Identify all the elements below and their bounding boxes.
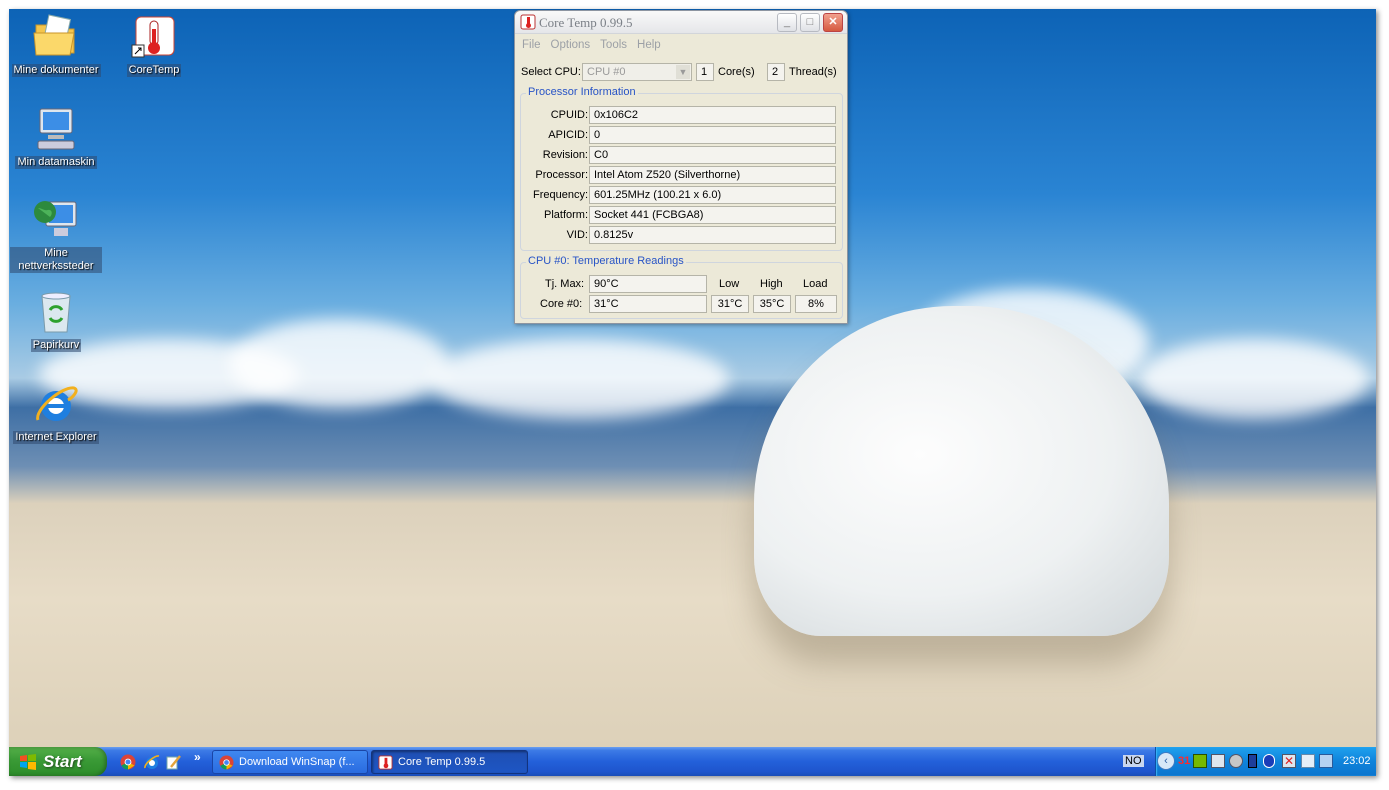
- close-button[interactable]: ✕: [823, 13, 843, 32]
- info-label: Frequency:: [532, 189, 588, 201]
- volume-icon[interactable]: [1229, 754, 1243, 768]
- desktop-icon-label: Papirkurv: [30, 339, 82, 352]
- desktop-icon-label: Mine dokumenter: [11, 64, 101, 77]
- desktop-icon-network-places[interactable]: Mine nettverkssteder: [10, 196, 102, 273]
- title-bar[interactable]: Core Temp 0.99.5 _ □ ✕: [515, 11, 847, 34]
- core-load-value: 8%: [795, 295, 837, 313]
- taskbar-button-download-winsnap[interactable]: Download WinSnap (f...: [212, 750, 368, 774]
- bluetooth-icon[interactable]: [1263, 754, 1275, 768]
- desktop-icon-label: Mine nettverkssteder: [10, 247, 102, 273]
- my-computer-icon: [32, 105, 80, 153]
- desktop-icon-label: Min datamaskin: [15, 156, 97, 169]
- tjmax-label: Tj. Max:: [545, 278, 585, 290]
- clock[interactable]: 23:02: [1343, 755, 1371, 767]
- network-places-icon: [32, 196, 80, 244]
- internet-explorer-icon[interactable]: [144, 754, 160, 770]
- menu-options[interactable]: Options: [546, 39, 596, 51]
- taskbar-button-core-temp[interactable]: Core Temp 0.99.5: [371, 750, 528, 774]
- thermometer-shortcut-icon: [130, 13, 178, 61]
- display-icon[interactable]: [1319, 754, 1333, 768]
- menu-bar: File Options Tools Help: [515, 34, 847, 54]
- core-low-value: 31°C: [711, 295, 749, 313]
- windows-logo-icon: [19, 754, 37, 770]
- info-value: C0: [589, 146, 836, 164]
- low-header: Low: [719, 278, 740, 290]
- system-tray: ‹ 31 ✕ 23:02: [1155, 747, 1376, 776]
- tjmax-value: 90°C: [589, 275, 707, 293]
- info-value: 0: [589, 126, 836, 144]
- internet-explorer-icon: [32, 380, 80, 428]
- tray-number[interactable]: 31: [1178, 755, 1190, 767]
- chrome-icon[interactable]: [120, 754, 136, 770]
- taskbar: Start » Download WinSnap (f... Core Temp…: [9, 747, 1376, 776]
- info-value: 0x106C2: [589, 106, 836, 124]
- show-hidden-icons-button[interactable]: ‹: [1157, 752, 1175, 770]
- info-label: Platform:: [543, 209, 588, 221]
- recycle-bin-icon: [32, 288, 80, 336]
- threads-label: Thread(s): [789, 66, 837, 78]
- high-header: High: [760, 278, 783, 290]
- window-title: Core Temp 0.99.5: [539, 15, 633, 30]
- quicklaunch-chevron[interactable]: »: [194, 750, 201, 764]
- start-button[interactable]: Start: [9, 747, 107, 776]
- load-header: Load: [803, 278, 828, 290]
- folder-documents-icon: [32, 13, 80, 61]
- info-label: Revision:: [542, 149, 588, 161]
- info-value: Intel Atom Z520 (Silverthorne): [589, 166, 836, 184]
- chrome-icon: [219, 755, 234, 770]
- desktop-icon-internet-explorer[interactable]: Internet Explorer: [10, 380, 102, 444]
- desktop-icon-label: Internet Explorer: [13, 431, 99, 444]
- info-value: 0.8125v: [589, 226, 836, 244]
- desktop-icon-label: CoreTemp: [126, 64, 182, 77]
- threads-count: 2: [767, 63, 785, 81]
- menu-tools[interactable]: Tools: [595, 39, 632, 51]
- battery-icon[interactable]: [1248, 754, 1257, 768]
- temperature-readings-title: CPU #0: Temperature Readings: [526, 255, 686, 267]
- desktop-icon-recycle-bin[interactable]: Papirkurv: [10, 288, 102, 352]
- core-high-value: 35°C: [753, 295, 791, 313]
- language-indicator[interactable]: NO: [1123, 755, 1144, 767]
- start-label: Start: [43, 752, 82, 771]
- info-label: CPUID:: [550, 109, 588, 121]
- cores-count: 1: [696, 63, 714, 81]
- minimize-button[interactable]: _: [777, 13, 797, 32]
- info-label: APICID:: [548, 129, 588, 141]
- info-value: 601.25MHz (100.21 x 6.0): [589, 186, 836, 204]
- temperature-readings-group: CPU #0: Temperature Readings Tj. Max: 90…: [520, 255, 843, 319]
- maximize-button[interactable]: □: [800, 13, 820, 32]
- menu-file[interactable]: File: [517, 39, 546, 51]
- wireless-disabled-icon[interactable]: ✕: [1282, 754, 1296, 768]
- processor-information-group: Processor Information CPUID: 0x106C2 APICI…: [520, 86, 843, 251]
- core-label: Core #0:: [540, 298, 583, 310]
- cores-label: Core(s): [718, 66, 755, 78]
- select-cpu-value: CPU #0: [587, 66, 626, 78]
- menu-help[interactable]: Help: [632, 39, 666, 51]
- network-icon[interactable]: [1211, 754, 1225, 768]
- taskbar-button-label: Core Temp 0.99.5: [398, 756, 486, 768]
- edit-icon[interactable]: [166, 754, 182, 770]
- core-temperature-value: 31°C: [589, 295, 707, 313]
- nvidia-icon[interactable]: [1193, 754, 1207, 768]
- select-cpu-label: Select CPU:: [521, 66, 581, 78]
- chevron-down-icon: ▼: [676, 65, 690, 79]
- info-label: Processor:: [535, 169, 588, 181]
- select-cpu-dropdown[interactable]: CPU #0 ▼: [582, 63, 692, 81]
- info-label: VID:: [566, 229, 588, 241]
- taskbar-button-label: Download WinSnap (f...: [239, 756, 355, 768]
- thermometer-icon: [378, 755, 393, 770]
- mail-icon[interactable]: [1301, 754, 1315, 768]
- desktop-icon-my-computer[interactable]: Min datamaskin: [10, 105, 102, 169]
- desktop-icon-coretemp[interactable]: CoreTemp: [108, 13, 200, 77]
- processor-information-title: Processor Information: [526, 86, 638, 98]
- screen: Mine dokumenter CoreTemp Min datamaskin …: [9, 9, 1376, 776]
- desktop-icon-my-documents[interactable]: Mine dokumenter: [10, 13, 102, 77]
- info-value: Socket 441 (FCBGA8): [589, 206, 836, 224]
- coretemp-window[interactable]: Core Temp 0.99.5 _ □ ✕ File Options Tools H…: [514, 10, 848, 324]
- thermometer-icon: [520, 14, 536, 30]
